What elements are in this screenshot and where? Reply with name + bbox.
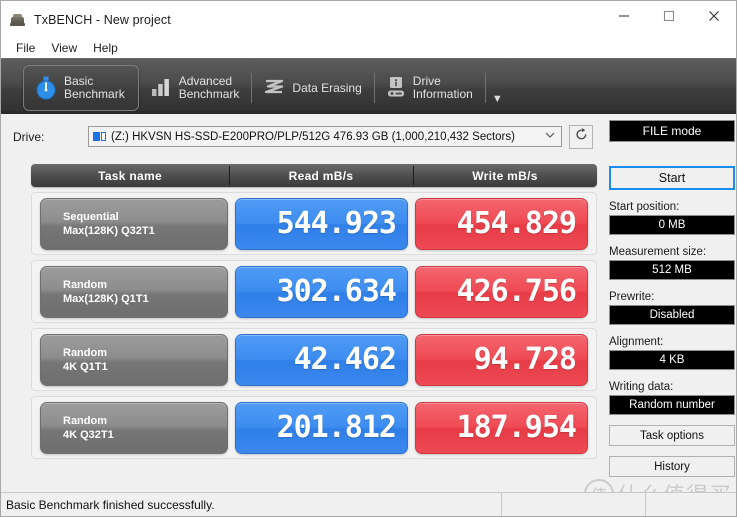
task-options-button[interactable]: Task options <box>609 425 735 446</box>
tab-strip: Basic Benchmark Advanced Benchmark Data … <box>1 58 736 114</box>
writing-data-value[interactable]: Random number <box>609 395 735 415</box>
benchmark-results-table: Task name Read mB/s Write mB/s Sequentia… <box>31 164 597 459</box>
chevron-down-icon[interactable]: ▼ <box>492 93 503 105</box>
stopwatch-icon <box>35 76 57 100</box>
minimize-icon[interactable] <box>601 1 646 31</box>
column-header-read: Read mB/s <box>229 164 413 187</box>
status-message: Basic Benchmark finished successfully. <box>6 497 215 512</box>
alignment-label: Alignment: <box>609 336 664 348</box>
status-bar: Basic Benchmark finished successfully. <box>1 492 736 516</box>
tab-label: Basic Benchmark <box>64 74 125 101</box>
tab-basic-benchmark[interactable]: Basic Benchmark <box>23 65 139 111</box>
table-row: Random Max(128K) Q1T1 302.634 426.756 <box>31 260 597 323</box>
drive-label: Drive: <box>13 129 45 144</box>
table-row: Sequential Max(128K) Q32T1 544.923 454.8… <box>31 192 597 255</box>
alignment-value[interactable]: 4 KB <box>609 350 735 370</box>
status-secondary-pane <box>501 492 646 516</box>
txbench-window: TxBENCH - New project File View Help Bas… <box>0 0 737 517</box>
read-value-cell: 544.923 <box>235 197 408 250</box>
table-row: Random 4K Q32T1 201.812 187.954 <box>31 396 597 459</box>
task-name-line2: Max(128K) Q1T1 <box>63 292 149 305</box>
write-value-cell: 94.728 <box>415 333 588 386</box>
start-position-value[interactable]: 0 MB <box>609 215 735 235</box>
drive-select[interactable]: (Z:) HKVSN HS-SSD-E200PRO/PLP/512G 476.9… <box>88 126 562 147</box>
tab-label: Data Erasing <box>292 80 362 95</box>
history-button[interactable]: History <box>609 456 735 477</box>
write-value-cell: 426.756 <box>415 265 588 318</box>
tab-label: Drive Information <box>412 74 473 101</box>
table-row: Random 4K Q1T1 42.462 94.728 <box>31 328 597 391</box>
write-value-cell: 187.954 <box>415 401 588 454</box>
task-name-line1: Random <box>63 278 107 291</box>
read-value-cell: 42.462 <box>235 333 408 386</box>
main-content: Drive: (Z:) HKVSN HS-SSD-E200PRO/PLP/512… <box>1 114 736 491</box>
write-value-cell: 454.829 <box>415 197 588 250</box>
refresh-icon <box>574 127 589 147</box>
menu-item-view[interactable]: View <box>44 40 84 56</box>
txbench-logo-icon <box>10 12 26 28</box>
column-header-task-name: Task name <box>98 168 162 183</box>
task-name-cell: Random 4K Q32T1 <box>40 401 228 454</box>
chevron-down-icon <box>545 131 555 142</box>
start-button[interactable]: Start <box>609 166 735 190</box>
task-name-cell: Random Max(128K) Q1T1 <box>40 265 228 318</box>
task-name-line1: Random <box>63 346 107 359</box>
start-position-label: Start position: <box>609 201 680 213</box>
maximize-icon[interactable] <box>646 1 691 31</box>
drive-select-value: (Z:) HKVSN HS-SSD-E200PRO/PLP/512G 476.9… <box>111 130 515 143</box>
task-name-line1: Random <box>63 414 107 427</box>
bar-chart-icon <box>150 77 172 100</box>
tab-data-erasing[interactable]: Data Erasing <box>252 66 375 110</box>
task-name-line2: 4K Q32T1 <box>63 428 114 441</box>
read-value-cell: 201.812 <box>235 401 408 454</box>
task-name-cell: Sequential Max(128K) Q32T1 <box>40 197 228 250</box>
drive-info-icon <box>386 76 406 101</box>
tab-advanced-benchmark[interactable]: Advanced Benchmark <box>139 66 253 110</box>
task-name-cell: Random 4K Q1T1 <box>40 333 228 386</box>
menu-bar: File View Help <box>1 38 736 58</box>
refresh-drives-button[interactable] <box>569 124 593 149</box>
close-icon[interactable] <box>691 1 736 31</box>
measurement-size-label: Measurement size: <box>609 246 707 258</box>
column-header-write: Write mB/s <box>413 164 597 187</box>
tab-drive-information[interactable]: Drive Information <box>375 66 486 110</box>
task-name-line2: Max(128K) Q32T1 <box>63 224 155 237</box>
menu-item-file[interactable]: File <box>9 40 42 56</box>
settings-panel: FILE mode Start Start position: 0 MB Mea… <box>606 114 736 477</box>
disk-icon <box>93 131 107 143</box>
task-name-line1: Sequential <box>63 210 119 223</box>
window-title: TxBENCH - New project <box>34 12 171 27</box>
menu-item-help[interactable]: Help <box>86 40 125 56</box>
tab-label: Advanced Benchmark <box>178 74 240 101</box>
file-mode-button[interactable]: FILE mode <box>609 120 735 142</box>
results-header-row: Task name Read mB/s Write mB/s <box>31 164 597 187</box>
erase-wave-icon <box>263 77 285 100</box>
writing-data-label: Writing data: <box>609 381 674 393</box>
measurement-size-value[interactable]: 512 MB <box>609 260 735 280</box>
prewrite-label: Prewrite: <box>609 291 655 303</box>
read-value-cell: 302.634 <box>235 265 408 318</box>
task-name-line2: 4K Q1T1 <box>63 360 108 373</box>
title-bar: TxBENCH - New project <box>1 1 736 38</box>
window-controls <box>601 1 736 38</box>
prewrite-value[interactable]: Disabled <box>609 305 735 325</box>
